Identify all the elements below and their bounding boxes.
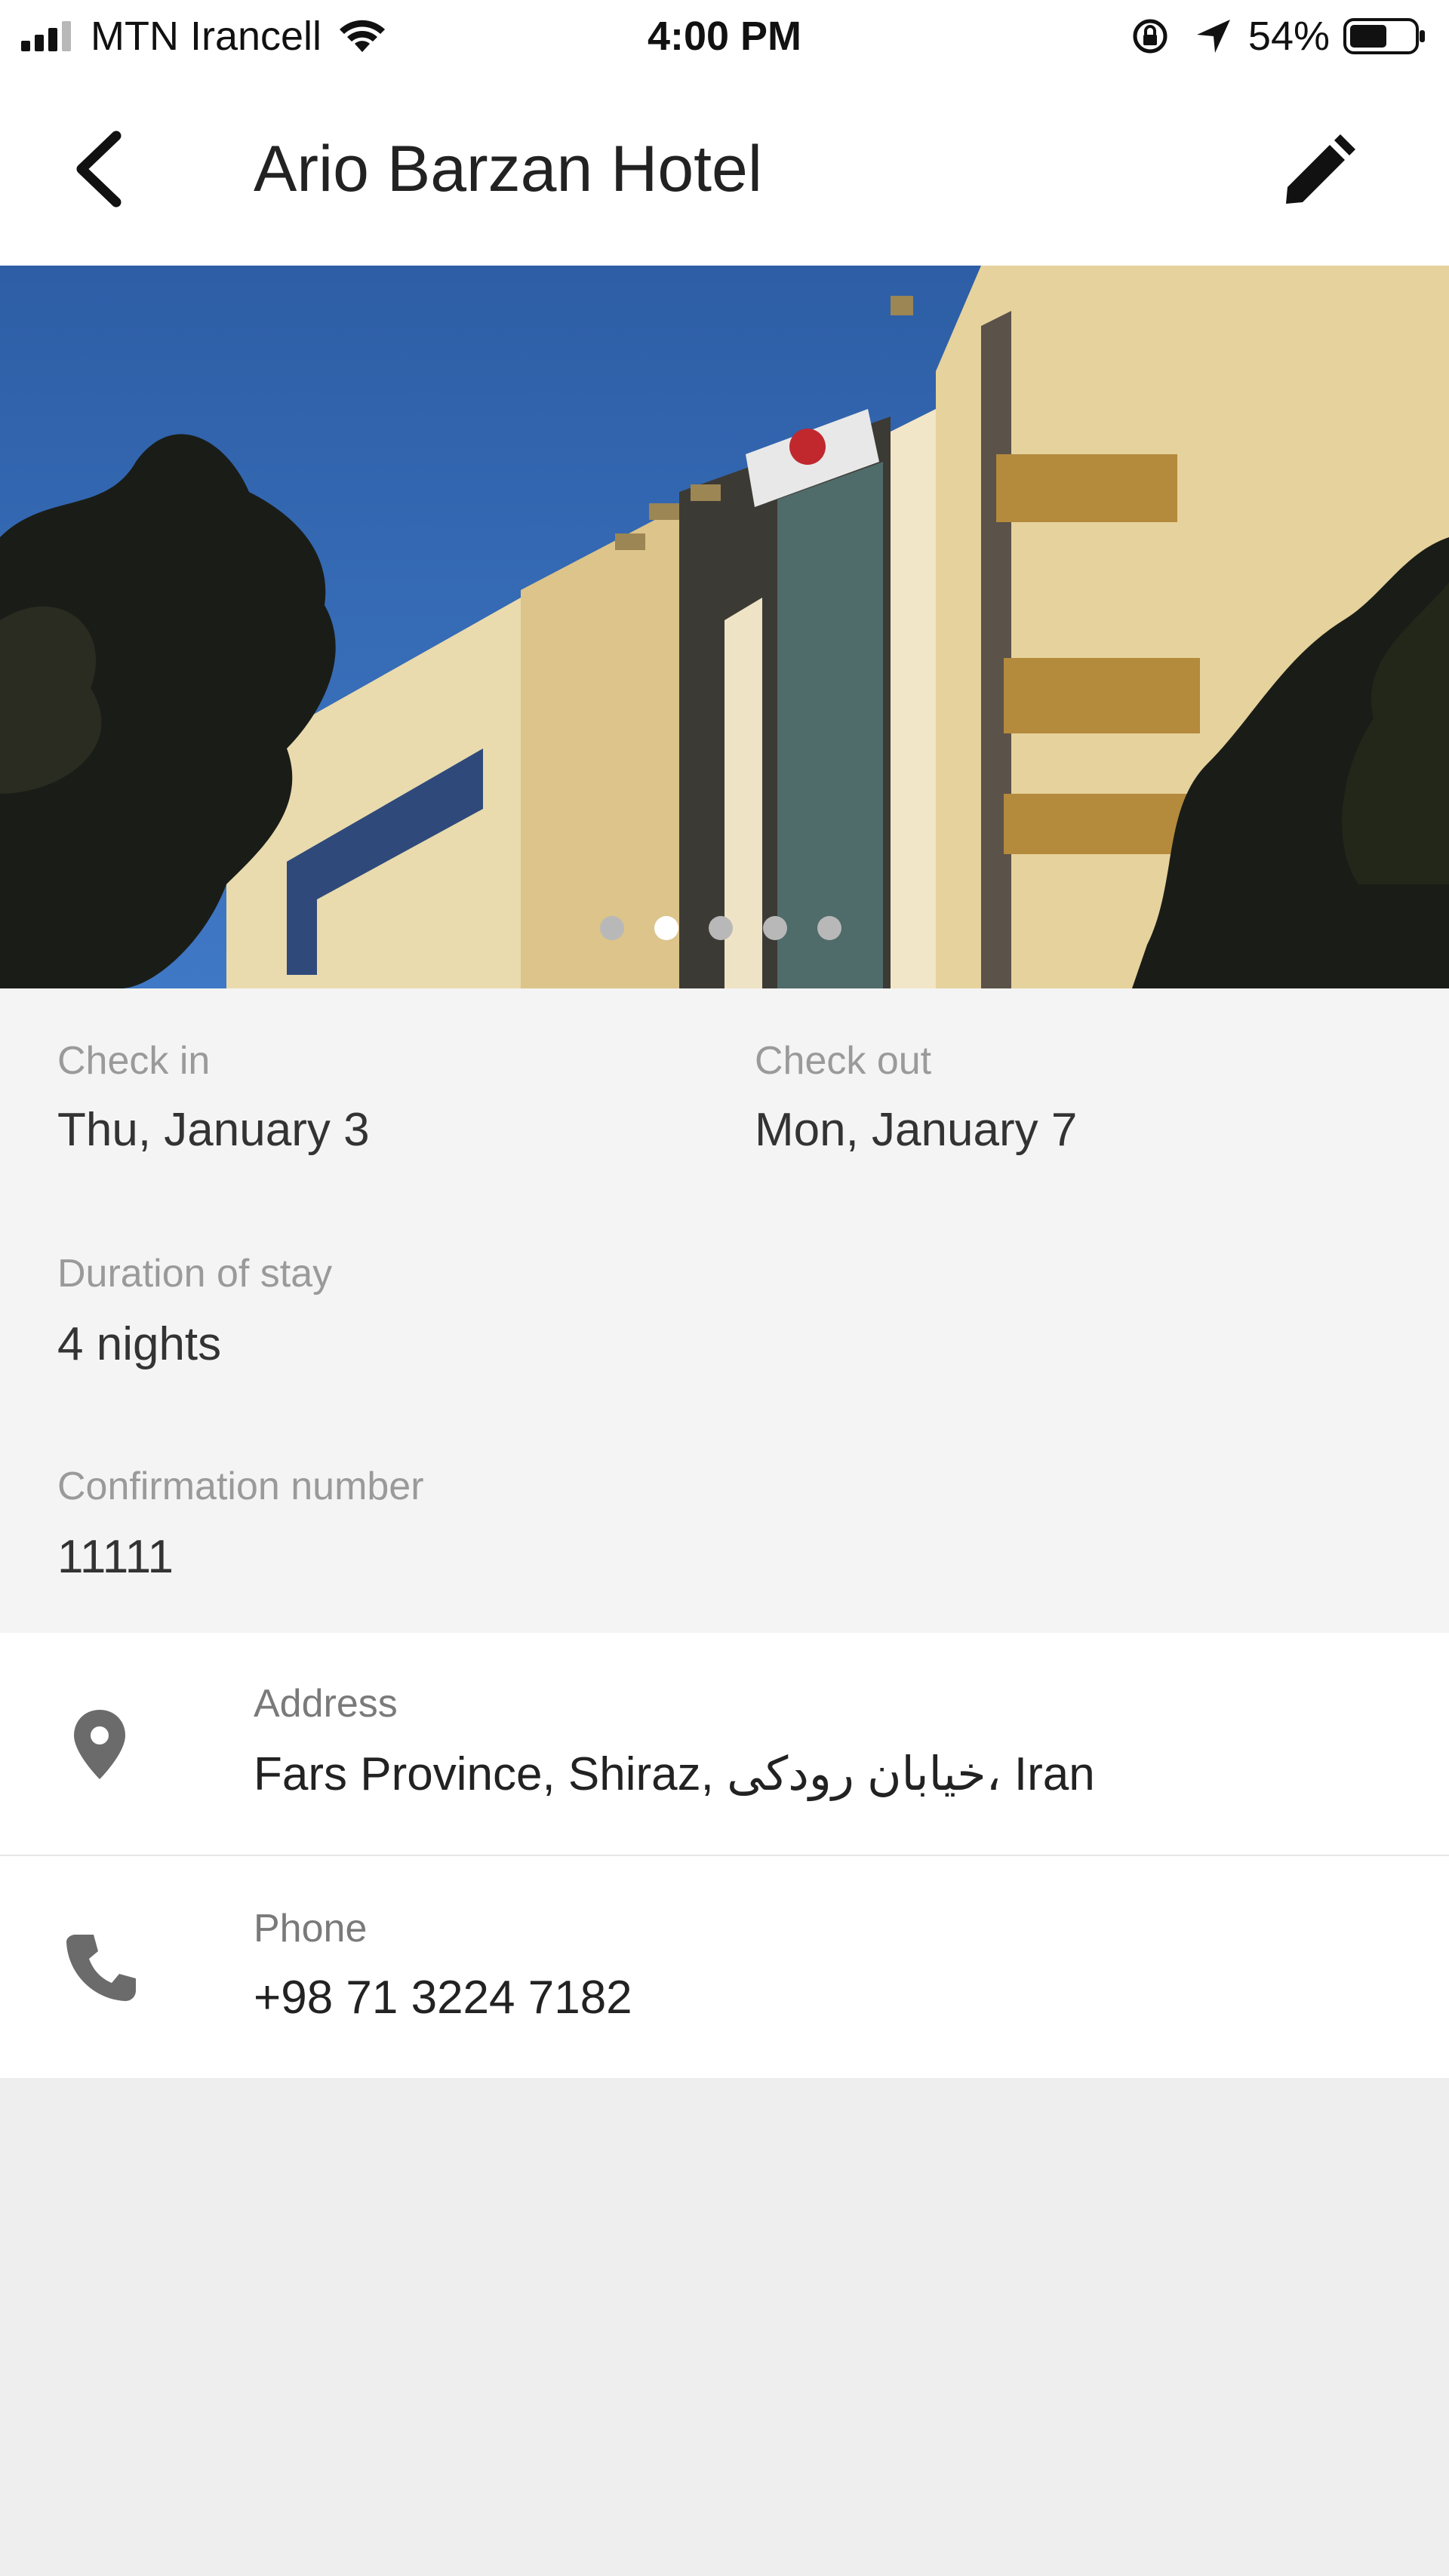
carousel-dot[interactable]	[600, 916, 624, 940]
battery-percentage: 54%	[1247, 14, 1330, 59]
carousel-dot[interactable]	[709, 916, 733, 940]
reservation-details: Check in Thu, January 3 Check out Mon, J…	[0, 988, 1449, 1633]
phone-value: +98 71 3224 7182	[254, 1972, 632, 2024]
status-bar: MTN Irancell 4:00 PM 54%	[0, 0, 1449, 72]
confirmation-value: 11111	[57, 1531, 174, 1583]
duration-label: Duration of stay	[57, 1252, 333, 1296]
empty-area	[0, 2078, 1449, 2576]
back-button[interactable]	[62, 125, 134, 213]
hotel-photo	[0, 266, 1449, 988]
address-row[interactable]: Address Fars Province, Shiraz, خیابان رو…	[0, 1633, 1449, 1856]
confirmation-label: Confirmation number	[57, 1465, 424, 1508]
back-arrow-icon	[76, 131, 122, 207]
phone-label: Phone	[254, 1907, 368, 1950]
carousel-dot-active[interactable]	[654, 916, 678, 940]
carousel-dot[interactable]	[817, 916, 841, 940]
check-out-label: Check out	[755, 1039, 932, 1083]
carousel-dot[interactable]	[763, 916, 787, 940]
check-out-value: Mon, January 7	[755, 1104, 1078, 1156]
phone-row[interactable]: Phone +98 71 3224 7182	[0, 1856, 1449, 2078]
rotation-lock-icon	[1133, 19, 1168, 54]
battery-icon	[1343, 18, 1425, 54]
status-bar-right: 54%	[1131, 12, 1426, 60]
location-arrow-icon	[1196, 20, 1230, 53]
app-bar: Ario Barzan Hotel	[0, 72, 1449, 266]
duration-value: 4 nights	[57, 1318, 222, 1370]
edit-button[interactable]	[1275, 131, 1358, 214]
address-label: Address	[254, 1682, 398, 1726]
location-pin-icon	[74, 1710, 125, 1779]
hotel-photo-carousel[interactable]	[0, 266, 1449, 988]
phone-icon	[66, 1935, 136, 2001]
check-in-label: Check in	[57, 1039, 211, 1083]
address-value: Fars Province, Shiraz, خیابان رودکی، Ira…	[254, 1748, 1095, 1800]
page-title: Ario Barzan Hotel	[254, 133, 762, 205]
check-in-value: Thu, January 3	[57, 1104, 370, 1156]
carousel-indicator	[600, 913, 857, 943]
pencil-icon	[1286, 134, 1355, 204]
